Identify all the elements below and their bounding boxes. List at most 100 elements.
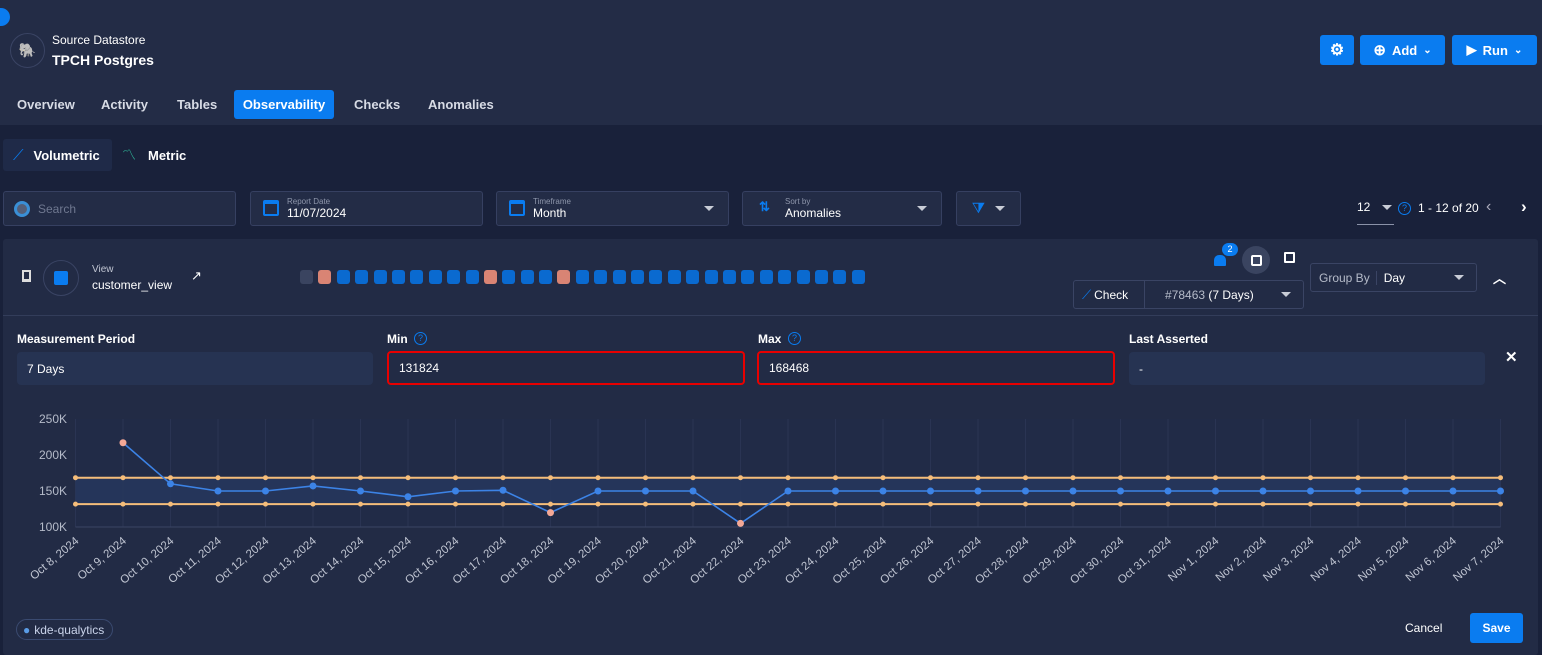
threshold-point (1070, 475, 1076, 481)
x-tick-label: Nov 3, 2024 (1261, 535, 1317, 584)
status-square-ok[interactable] (851, 270, 865, 284)
gear-icon: ⚙ (1329, 42, 1345, 59)
status-square-ok[interactable] (631, 270, 645, 284)
threshold-point (453, 475, 458, 481)
threshold-point (405, 475, 411, 481)
x-tick-label: Nov 7, 2024 (1451, 535, 1507, 584)
page-title: TPCH Postgres (52, 52, 154, 68)
status-square-ok[interactable] (704, 270, 718, 284)
threshold-point (405, 501, 411, 507)
status-square-ok[interactable] (759, 270, 773, 284)
threshold-point (215, 501, 221, 507)
status-square-ok[interactable] (520, 270, 534, 284)
tab-observability[interactable]: Observability (234, 90, 334, 119)
last-asserted-field[interactable]: - (1129, 352, 1485, 385)
bookmark-icon[interactable] (22, 270, 31, 282)
add-button[interactable]: ⊕ Add ⌄ (1360, 35, 1445, 65)
status-square-ok[interactable] (722, 270, 736, 284)
status-square-ok[interactable] (667, 270, 681, 284)
min-field[interactable]: 131824 (387, 351, 745, 385)
save-button[interactable]: Save (1470, 613, 1523, 643)
filter-icon: ⧩ (971, 200, 986, 217)
notifications-icon[interactable] (1214, 255, 1226, 266)
cancel-button[interactable]: Cancel (1405, 621, 1442, 635)
data-point (1449, 487, 1457, 495)
collapse-button[interactable]: ︿ (1493, 268, 1506, 287)
sort-select[interactable]: ⇅ Sort by Anomalies (742, 191, 942, 226)
status-square-ok[interactable] (612, 270, 626, 284)
tab-overview[interactable]: Overview (4, 90, 88, 119)
status-square-ok[interactable] (741, 270, 755, 284)
status-square-anomaly[interactable] (483, 270, 497, 284)
status-square-ok[interactable] (686, 270, 700, 284)
status-square-ok[interactable] (391, 270, 405, 284)
status-square-ok[interactable] (373, 270, 387, 284)
tab-activity[interactable]: Activity (88, 90, 161, 119)
data-point (1354, 487, 1362, 495)
status-square-ok[interactable] (428, 270, 442, 284)
help-icon[interactable]: ? (1398, 202, 1411, 215)
close-icon[interactable]: ✕ (1505, 348, 1518, 366)
status-square-ok[interactable] (447, 270, 461, 284)
threshold-point (168, 501, 173, 507)
threshold-point (1450, 501, 1456, 507)
status-square-ok[interactable] (814, 270, 828, 284)
tab-tables[interactable]: Tables (164, 90, 230, 119)
data-point (1022, 487, 1029, 495)
status-square-ok[interactable] (539, 270, 553, 284)
settings-button[interactable]: ⚙ (1320, 35, 1354, 65)
status-square-ok[interactable] (833, 270, 847, 284)
help-icon[interactable]: ? (414, 332, 427, 345)
edit-icon[interactable] (1284, 252, 1295, 263)
tab-anomalies[interactable]: Anomalies (415, 90, 507, 119)
measurement-period-field[interactable]: 7 Days (17, 352, 373, 385)
status-square-anomaly[interactable] (557, 270, 571, 284)
status-square-ok[interactable] (465, 270, 479, 284)
comment-button[interactable] (1242, 246, 1270, 274)
status-square-ok[interactable] (594, 270, 608, 284)
status-square-ok[interactable] (355, 270, 369, 284)
x-tick-label: Nov 6, 2024 (1404, 535, 1460, 584)
caret-down-icon (704, 206, 714, 211)
calendar-icon (263, 200, 279, 216)
threshold-point (690, 475, 696, 481)
page-size-select[interactable]: 12 (1357, 200, 1394, 225)
status-square-none[interactable] (300, 270, 313, 284)
data-point (689, 487, 697, 495)
status-square-ok[interactable] (778, 270, 792, 284)
status-square-ok[interactable] (336, 270, 350, 284)
tab-checks[interactable]: Checks (341, 90, 413, 119)
status-square-anomaly[interactable] (318, 270, 332, 284)
status-square-ok[interactable] (796, 270, 810, 284)
timeframe-select[interactable]: Timeframe Month (496, 191, 729, 226)
threshold-point (1355, 501, 1361, 507)
threshold-point (73, 475, 78, 481)
status-square-ok[interactable] (502, 270, 516, 284)
next-page-button[interactable]: › (1521, 197, 1527, 217)
search-input[interactable]: Search (3, 191, 236, 226)
data-point (357, 487, 364, 495)
threshold-point (880, 501, 886, 507)
threshold-point (453, 501, 458, 507)
data-point (404, 493, 412, 501)
prev-page-button[interactable]: ‹ (1486, 198, 1491, 216)
subtab-volumetric[interactable]: ⟋ Volumetric (3, 139, 112, 171)
report-date-field[interactable]: Report Date 11/07/2024 (250, 191, 483, 226)
status-square-ok[interactable] (649, 270, 663, 284)
check-select[interactable]: ⟋ Check #78463 (7 Days) (1073, 280, 1304, 309)
threshold-point (1308, 501, 1313, 507)
help-icon[interactable]: ? (788, 332, 801, 345)
tag-chip[interactable]: ● kde-qualytics (16, 619, 114, 640)
threshold-point (880, 475, 886, 481)
status-square-ok[interactable] (575, 270, 589, 284)
data-point (927, 487, 934, 495)
status-square-ok[interactable] (410, 270, 424, 284)
threshold-point (643, 475, 648, 481)
max-field[interactable]: 168468 (757, 351, 1115, 385)
filter-button[interactable]: ⧩ (956, 191, 1021, 226)
external-link-icon[interactable]: ↗ (191, 268, 202, 284)
subtab-metric[interactable]: 〽 Metric (122, 139, 186, 171)
group-by-select[interactable]: Group By Day (1310, 263, 1477, 292)
run-button[interactable]: ▶ Run ⌄ (1452, 35, 1537, 65)
threshold-point (1165, 501, 1171, 507)
